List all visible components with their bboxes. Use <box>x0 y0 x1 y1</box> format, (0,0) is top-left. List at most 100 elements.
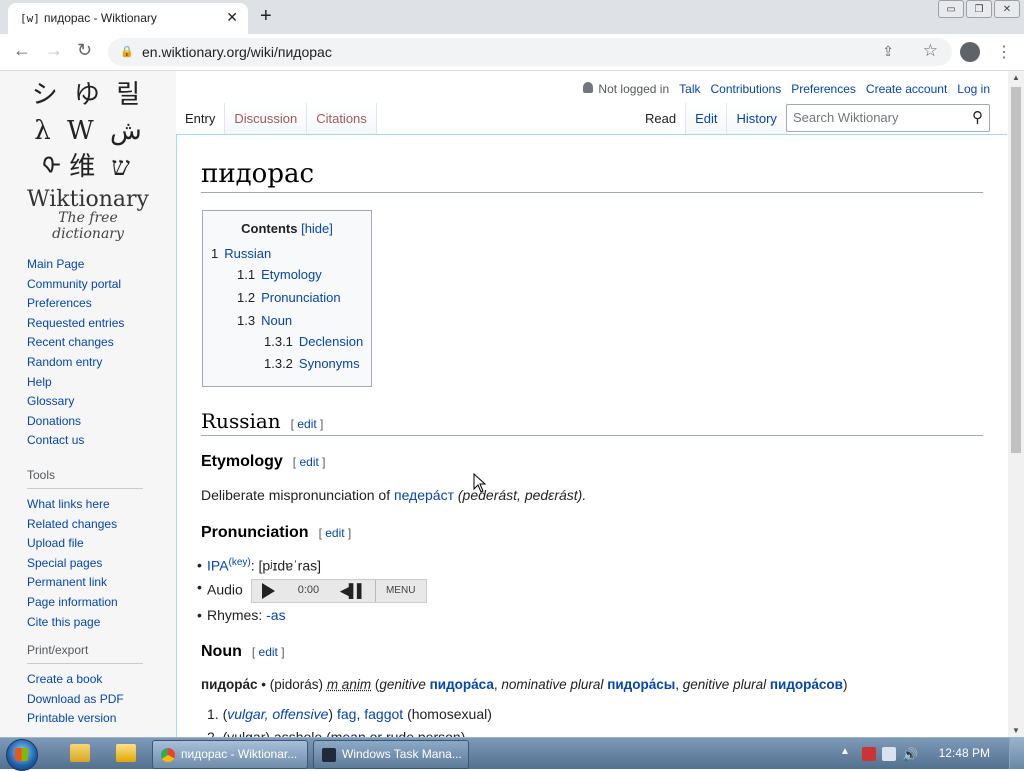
create-account-link[interactable]: Create account <box>866 82 947 96</box>
ipa-key-link[interactable]: (key) <box>229 557 251 568</box>
sidebar-link[interactable]: Cite this page <box>27 615 143 635</box>
genitive-form-link[interactable]: пидора́са <box>430 677 494 692</box>
sense-tags-link[interactable]: vulgar, offensive <box>227 706 328 722</box>
namespace-tabs: Entry Discussion Citations <box>176 103 377 135</box>
toc-item[interactable]: 1.3.1 Declension <box>264 334 363 349</box>
taskbar-clock[interactable]: 12:48 PM <box>939 746 990 760</box>
sidebar-link[interactable]: Permanent link <box>27 575 143 595</box>
table-of-contents: Contents [hide] 1 Russian 1.1 Etymology 1.… <box>202 210 372 387</box>
logo-tagline: The free dictionary <box>52 210 124 242</box>
edit-link[interactable]: edit <box>325 526 344 540</box>
toc-item[interactable]: 1.2 Pronunciation <box>237 290 341 305</box>
back-arrow-icon[interactable]: ← <box>13 40 31 61</box>
profile-avatar-icon[interactable] <box>960 42 980 62</box>
show-desktop-button[interactable] <box>1009 738 1024 769</box>
gen-plural-form-link[interactable]: пидора́сов <box>770 677 843 692</box>
file-explorer-icon[interactable] <box>70 744 90 762</box>
reload-icon[interactable]: ↻ <box>77 40 92 61</box>
etymology-source-link[interactable]: педера́ст <box>394 487 454 503</box>
contributions-link[interactable]: Contributions <box>710 82 781 96</box>
forward-arrow-icon[interactable]: → <box>45 40 63 61</box>
sidebar-link[interactable]: Glossary <box>27 394 124 414</box>
edit-link[interactable]: edit <box>297 417 316 431</box>
page-scrollbar[interactable]: ▲ ▼ <box>1008 71 1024 737</box>
sidebar-link[interactable]: Upload file <box>27 536 143 556</box>
chrome-icon <box>161 747 175 762</box>
wiktionary-logo[interactable]: シ ゆ 릴 λ W ش ᡐ 维 ש Wiktionary The free di… <box>22 77 154 242</box>
not-logged-in-text: Not logged in <box>598 82 670 96</box>
window-controls: ▭ ❐ ✕ <box>938 0 1020 18</box>
sidebar-link[interactable]: What links here <box>27 497 143 517</box>
share-icon[interactable]: ⇪ <box>882 43 894 60</box>
sidebar-link[interactable]: Help <box>27 375 124 395</box>
tab-citations[interactable]: Citations <box>307 103 377 135</box>
sidebar-link[interactable]: Recent changes <box>27 335 124 355</box>
scroll-up-icon[interactable]: ▲ <box>1012 73 1020 82</box>
media-player-icon[interactable] <box>116 744 136 762</box>
nom-plural-form-link[interactable]: пидора́сы <box>607 677 675 692</box>
sidebar-link[interactable]: Contact us <box>27 433 124 453</box>
toc-hide-toggle[interactable]: [hide] <box>301 221 333 236</box>
gender-tag[interactable]: m anim <box>327 677 371 692</box>
toc-item[interactable]: 1.3.2 Synonyms <box>264 356 360 371</box>
sense-link[interactable]: faggot <box>364 706 403 722</box>
restore-button[interactable]: ❐ <box>966 0 992 18</box>
volume-tray-icon[interactable]: 🔊 <box>902 747 918 762</box>
sidebar-link[interactable]: Printable version <box>27 711 143 731</box>
audio-menu-button[interactable]: MENU <box>374 580 426 602</box>
start-button[interactable] <box>6 739 38 771</box>
edit-link[interactable]: edit <box>259 645 278 659</box>
search-input[interactable]: Search Wiktionary ⚲ <box>786 104 990 132</box>
taskbar-task-manager-button[interactable]: Windows Task Mana... <box>313 740 469 769</box>
tab-close-icon[interactable]: ✕ <box>226 9 238 26</box>
volume-icon[interactable]: ◀▌▌ <box>340 583 366 599</box>
new-tab-button[interactable]: + <box>260 5 272 27</box>
bookmark-star-icon[interactable]: ☆ <box>923 41 938 61</box>
minimize-button[interactable]: ▭ <box>938 0 964 18</box>
play-icon[interactable] <box>261 583 275 599</box>
ipa-link[interactable]: IPA <box>207 558 229 574</box>
tab-read[interactable]: Read <box>636 103 687 135</box>
sidebar-link[interactable]: Download as PDF <box>27 692 143 712</box>
talk-link[interactable]: Talk <box>679 82 700 96</box>
close-window-button[interactable]: ✕ <box>994 0 1020 18</box>
taskbar-chrome-button[interactable]: пидорас - Wiktionar... <box>152 740 308 769</box>
toc-item[interactable]: 1 Russian <box>211 246 271 261</box>
sidebar-link[interactable]: Preferences <box>27 296 124 316</box>
search-icon[interactable]: ⚲ <box>972 108 983 126</box>
network-icon[interactable] <box>882 747 896 761</box>
genitive-label: genitive <box>379 677 426 692</box>
sidebar-link[interactable]: Main Page <box>27 257 124 277</box>
browser-menu-icon[interactable]: ⋮ <box>996 42 1012 62</box>
login-link[interactable]: Log in <box>957 82 990 96</box>
browser-tab[interactable]: [w] пидорас - Wiktionary ✕ <box>8 3 248 34</box>
rhymes-link[interactable]: -as <box>266 607 285 623</box>
tab-discussion[interactable]: Discussion <box>225 103 308 135</box>
url-text[interactable]: en.wiktionary.org/wiki/пидорас <box>142 44 332 60</box>
lock-icon[interactable]: 🔒 <box>120 45 134 58</box>
scroll-down-icon[interactable]: ▼ <box>1012 726 1020 735</box>
sidebar-link[interactable]: Random entry <box>27 355 124 375</box>
sidebar-link[interactable]: Donations <box>27 414 124 434</box>
section-edit: [ edit ] <box>251 645 285 659</box>
sidebar-link[interactable]: Page information <box>27 595 143 615</box>
tab-edit[interactable]: Edit <box>686 103 728 135</box>
edit-link[interactable]: edit <box>299 455 318 469</box>
sidebar-link[interactable]: Special pages <box>27 556 143 576</box>
sidebar-link[interactable]: Create a book <box>27 672 143 692</box>
show-hidden-icons-icon[interactable]: ▲ <box>840 746 850 757</box>
toc-item[interactable]: 1.1 Etymology <box>237 267 322 282</box>
scroll-thumb[interactable] <box>1011 87 1021 453</box>
audio-player: 0:00 ◀▌▌ MENU <box>250 579 427 603</box>
toc-item[interactable]: 1.3 Noun <box>237 313 292 328</box>
address-bar[interactable]: 🔒 en.wiktionary.org/wiki/пидорас ⇪ ☆ <box>108 38 952 66</box>
sidebar-link[interactable]: Community portal <box>27 277 124 297</box>
preferences-link[interactable]: Preferences <box>791 82 856 96</box>
sidebar-link[interactable]: Related changes <box>27 517 143 537</box>
tab-history[interactable]: History <box>727 103 787 135</box>
sidebar-link[interactable]: Requested entries <box>27 316 124 336</box>
not-logged-in: Not logged in <box>583 82 669 96</box>
tab-entry[interactable]: Entry <box>176 103 226 135</box>
sense-link[interactable]: fag <box>337 706 356 722</box>
action-center-icon[interactable] <box>862 747 876 761</box>
